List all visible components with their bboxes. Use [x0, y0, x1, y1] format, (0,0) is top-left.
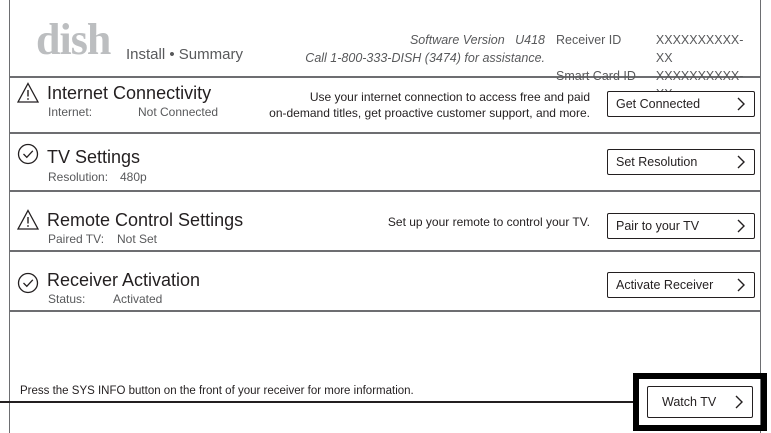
button-label: Watch TV — [662, 395, 717, 409]
row-title: TV Settings — [47, 147, 141, 167]
button-label: Activate Receiver — [616, 278, 714, 292]
dish-logo: dish — [36, 15, 136, 68]
row-receiver-activation: Receiver Activation Status: Activated Ac… — [10, 252, 760, 312]
receiver-id-row: Receiver ID XXXXXXXXXX-XX — [556, 31, 760, 67]
chevron-right-icon — [737, 278, 745, 292]
button-label: Set Resolution — [616, 155, 698, 169]
get-connected-button[interactable]: Get Connected — [607, 91, 755, 117]
page-title: Install • Summary — [126, 46, 243, 63]
row-title: Internet Connectivity — [47, 83, 212, 103]
row-sub-label: Status: — [48, 292, 86, 306]
resolution-value: 480p — [120, 170, 147, 184]
pair-to-tv-button[interactable]: Pair to your TV — [607, 213, 755, 239]
row-internet-connectivity: Internet Connectivity Internet: Not Conn… — [10, 78, 760, 134]
activate-receiver-button[interactable]: Activate Receiver — [607, 272, 755, 298]
dish-logo-mark: dish — [36, 15, 112, 64]
warning-icon — [17, 209, 39, 230]
row-sub-label: Resolution: — [48, 170, 109, 184]
receiver-id-label: Receiver ID — [556, 33, 622, 47]
callout-line — [0, 401, 633, 403]
row-title: Remote Control Settings — [47, 210, 244, 230]
row-description: Set up your remote to control your TV. — [387, 215, 590, 229]
software-version-value: U418 — [515, 33, 545, 47]
chevron-right-icon — [737, 97, 745, 111]
dish-logo-text: dish — [36, 20, 111, 60]
check-circle-icon — [17, 143, 39, 165]
row-description: Use your internet connection to access f… — [269, 89, 590, 121]
sys-info-hint: Press the SYS INFO button on the front o… — [20, 385, 414, 397]
row-remote-control-settings: Remote Control Settings Paired TV: Not S… — [10, 192, 760, 252]
description-line: on-demand titles, get proactive customer… — [269, 106, 590, 120]
description-line: Use your internet connection to access f… — [309, 90, 590, 104]
software-info: Software Version U418 Call 1-800-333-DIS… — [280, 31, 545, 67]
internet-status-value: Not Connected — [138, 105, 219, 119]
check-circle-icon — [17, 272, 39, 294]
watch-tv-button[interactable]: Watch TV — [647, 386, 753, 418]
software-version-label: Software Version — [409, 33, 505, 47]
paired-tv-value: Not Set — [117, 232, 158, 246]
chevron-right-icon — [735, 395, 743, 409]
software-version-line: Software Version U418 — [280, 31, 545, 49]
chevron-right-icon — [737, 155, 745, 169]
receiver-id-value: XXXXXXXXXX-XX — [655, 33, 744, 65]
chevron-right-icon — [737, 219, 745, 233]
row-sub-label: Paired TV: — [48, 232, 105, 246]
watch-tv-highlight: Watch TV — [633, 373, 767, 431]
warning-icon — [17, 82, 39, 103]
button-label: Pair to your TV — [616, 219, 700, 233]
row-sub-label: Internet: — [48, 105, 93, 119]
assistance-text: Call 1-800-333-DISH (3474) for assistanc… — [305, 51, 545, 65]
button-label: Get Connected — [616, 97, 701, 111]
activation-status-value: Activated — [113, 292, 163, 306]
row-tv-settings: TV Settings Resolution: 480p Set Resolut… — [10, 134, 760, 192]
row-title: Receiver Activation — [47, 270, 201, 290]
set-resolution-button[interactable]: Set Resolution — [607, 149, 755, 175]
header: dish Install • Summary Software Version … — [10, 0, 760, 101]
